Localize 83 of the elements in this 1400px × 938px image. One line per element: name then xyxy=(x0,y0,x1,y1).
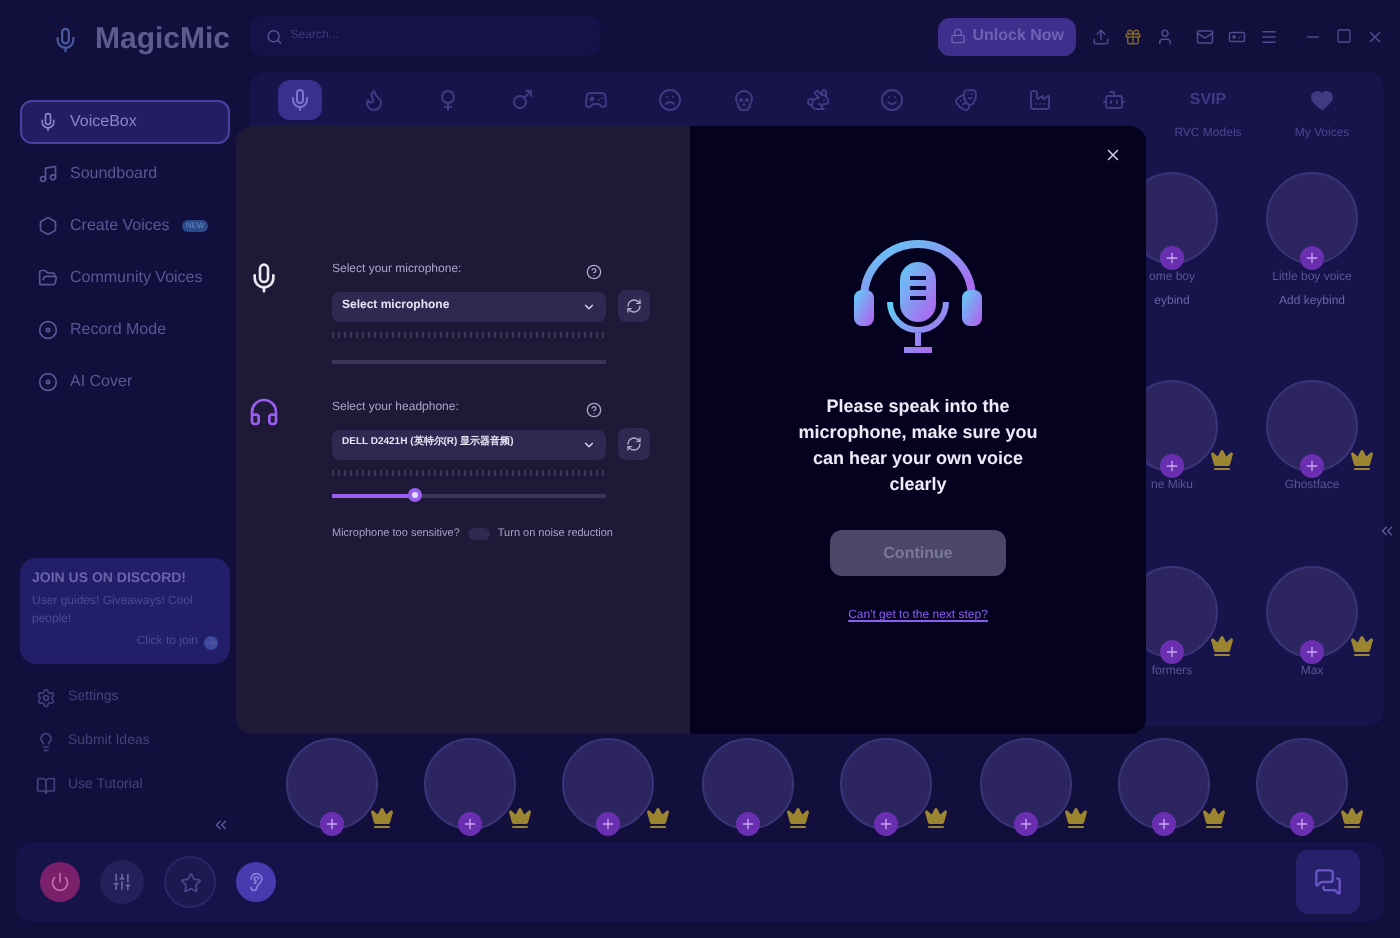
headphone-icon xyxy=(248,396,280,428)
refresh-button[interactable] xyxy=(618,290,650,322)
disc-icon xyxy=(38,320,58,340)
ear-icon xyxy=(246,872,266,892)
add-badge-icon[interactable] xyxy=(1160,454,1184,479)
lock-icon xyxy=(950,28,967,44)
user-icon[interactable] xyxy=(1156,27,1174,45)
maximize-icon[interactable] xyxy=(1336,28,1352,44)
sidebar-item[interactable]: Record Mode xyxy=(20,308,230,352)
star-icon xyxy=(179,871,201,893)
refresh-icon xyxy=(626,298,642,314)
add-badge-icon[interactable] xyxy=(1290,812,1315,836)
sad-face-icon xyxy=(658,88,682,112)
chevron-down-icon xyxy=(582,437,596,451)
add-badge-icon[interactable] xyxy=(1300,454,1324,479)
chevron-down-icon xyxy=(582,299,596,313)
category-tab[interactable] xyxy=(278,80,322,120)
avatar-placeholder xyxy=(1256,738,1349,830)
book-icon xyxy=(36,776,56,796)
bear-face-icon xyxy=(880,88,904,112)
power-icon xyxy=(50,872,70,892)
avatar-placeholder xyxy=(1266,565,1358,658)
avatar-placeholder xyxy=(1117,738,1210,830)
instruction-text: Please speak into the microphone, make sure you can hear your own voice clearly xyxy=(796,394,1040,498)
avatar-placeholder xyxy=(285,738,378,830)
sidebar-item[interactable]: AI Cover xyxy=(20,360,230,404)
arrow-icon xyxy=(204,636,218,650)
disc-icon xyxy=(38,372,58,392)
app-title: MagicMic xyxy=(94,19,230,60)
effects-button[interactable] xyxy=(164,856,216,908)
avatar-placeholder xyxy=(840,738,933,830)
collapse-icon[interactable] xyxy=(1378,522,1396,540)
upload-icon[interactable] xyxy=(1092,27,1110,45)
avatar-placeholder xyxy=(1266,380,1358,473)
avatar-placeholder xyxy=(979,738,1072,830)
male-icon xyxy=(510,88,534,112)
flame-icon xyxy=(362,88,386,112)
help-icon[interactable] xyxy=(586,263,602,279)
logo-icon xyxy=(52,24,79,56)
search-icon xyxy=(266,27,283,45)
music-icon xyxy=(38,164,58,184)
add-badge-icon[interactable] xyxy=(458,812,483,836)
collapse-icon[interactable] xyxy=(212,816,230,834)
help-icon[interactable] xyxy=(586,401,602,417)
microphone-icon xyxy=(248,262,280,294)
avatar-placeholder xyxy=(562,738,655,830)
masks-icon xyxy=(954,88,978,112)
refresh-icon xyxy=(626,436,642,452)
microphone-icon xyxy=(288,88,312,112)
skull-icon xyxy=(732,88,756,112)
factory-icon xyxy=(1028,88,1052,112)
sidebar-item[interactable]: VoiceBox xyxy=(20,100,230,144)
gamepad-icon xyxy=(584,88,608,112)
mail-icon[interactable] xyxy=(1196,27,1214,45)
sidebar-item[interactable]: Soundboard xyxy=(20,152,230,196)
gift-icon[interactable] xyxy=(1124,27,1142,45)
female-icon xyxy=(436,88,460,112)
add-badge-icon[interactable] xyxy=(1160,246,1184,270)
heart-icon xyxy=(1310,88,1334,112)
volume-slider[interactable] xyxy=(332,488,606,502)
power-button[interactable] xyxy=(40,862,80,902)
ear-button[interactable] xyxy=(236,862,276,902)
add-badge-icon[interactable] xyxy=(596,812,621,836)
rabbit-icon xyxy=(806,88,830,112)
chat-button[interactable] xyxy=(1296,850,1360,914)
equalizer-button[interactable] xyxy=(100,860,144,904)
add-badge-icon[interactable] xyxy=(874,812,899,836)
lightbulb-icon xyxy=(36,732,56,752)
robot-icon xyxy=(1102,88,1126,112)
avatar-placeholder xyxy=(701,738,794,830)
sidebar-item[interactable]: Community Voices xyxy=(20,256,230,300)
avatar-placeholder xyxy=(1266,172,1358,264)
folder-icon xyxy=(38,268,58,288)
avatar-placeholder xyxy=(424,738,517,830)
add-badge-icon[interactable] xyxy=(1300,246,1324,270)
sliders-icon xyxy=(112,872,132,892)
hexagon-icon xyxy=(38,216,58,236)
settings-icon xyxy=(36,688,56,708)
noise-toggle[interactable] xyxy=(467,528,490,541)
refresh-button[interactable] xyxy=(618,428,650,460)
chat-icon xyxy=(1314,868,1342,896)
microphone-icon xyxy=(38,112,58,132)
menu-icon[interactable] xyxy=(1260,27,1278,45)
